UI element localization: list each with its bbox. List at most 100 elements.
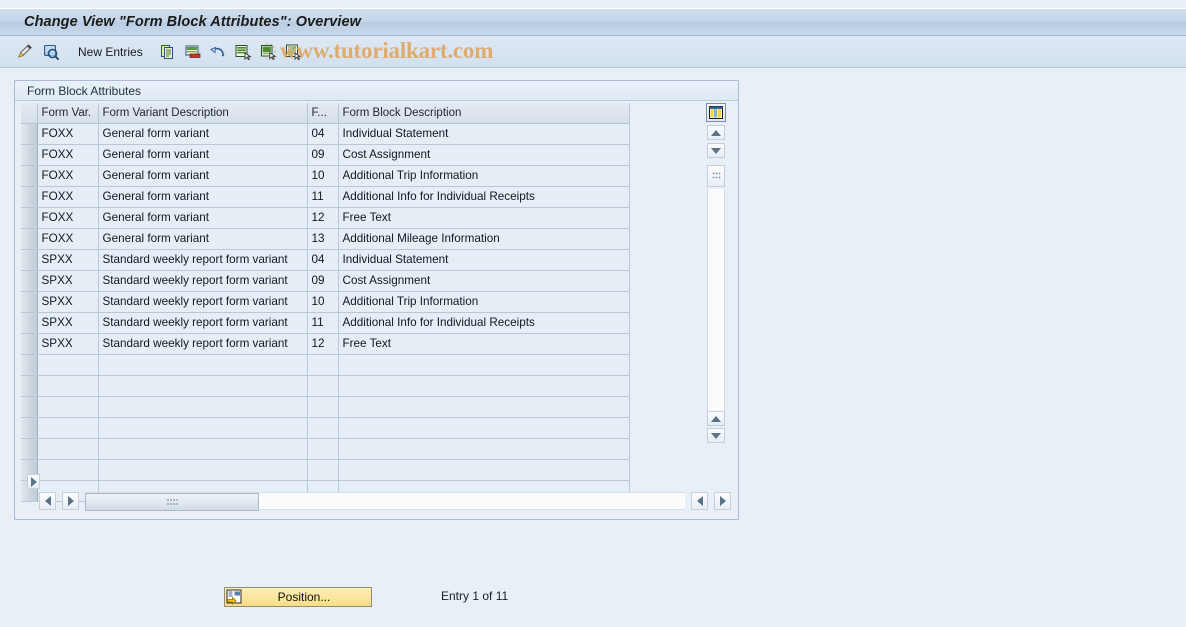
table-row[interactable]	[21, 375, 630, 397]
cell-form-variant-description[interactable]	[98, 459, 308, 481]
copy-icon[interactable]	[157, 41, 179, 63]
table-row[interactable]: SPXX Standard weekly report form variant 1…	[21, 312, 630, 334]
cell-f[interactable]: 09	[307, 144, 339, 166]
cell-f[interactable]: 11	[307, 186, 339, 208]
cell-form-block-description[interactable]: Additional Trip Information	[338, 291, 630, 313]
new-entries-button[interactable]: New Entries	[78, 45, 143, 59]
column-header-form-var[interactable]: Form Var.	[37, 103, 99, 124]
cell-form-variant-description[interactable]	[98, 438, 308, 460]
table-row[interactable]: SPXX Standard weekly report form variant 0…	[21, 249, 630, 271]
cell-form-var[interactable]: FOXX	[37, 165, 99, 187]
cell-form-var[interactable]: FOXX	[37, 144, 99, 166]
scroll-down-button[interactable]	[707, 143, 725, 158]
row-select-cell[interactable]	[21, 186, 38, 208]
table-row[interactable]	[21, 396, 630, 418]
cell-form-block-description[interactable]: Individual Statement	[338, 123, 630, 145]
cell-form-block-description[interactable]: Additional Mileage Information	[338, 228, 630, 250]
cell-form-block-description[interactable]: Cost Assignment	[338, 270, 630, 292]
row-select-cell[interactable]	[21, 438, 38, 460]
cell-f[interactable]: 10	[307, 291, 339, 313]
cell-form-block-description[interactable]: Additional Info for Individual Receipts	[338, 186, 630, 208]
hscroll-left-button-end[interactable]	[691, 492, 708, 510]
cell-f[interactable]	[307, 459, 339, 481]
cell-form-variant-description[interactable]: Standard weekly report form variant	[98, 249, 308, 271]
table-row[interactable]	[21, 417, 630, 439]
cell-f[interactable]: 09	[307, 270, 339, 292]
hscroll-thumb[interactable]	[85, 493, 259, 511]
row-select-cell[interactable]	[21, 354, 38, 376]
cell-form-variant-description[interactable]: Standard weekly report form variant	[98, 270, 308, 292]
table-row[interactable]: SPXX Standard weekly report form variant 1…	[21, 333, 630, 355]
table-row[interactable]	[21, 459, 630, 481]
cell-form-block-description[interactable]	[338, 438, 630, 460]
row-select-cell[interactable]	[21, 144, 38, 166]
cell-form-variant-description[interactable]	[98, 375, 308, 397]
row-select-cell[interactable]	[21, 123, 38, 145]
cell-form-variant-description[interactable]: General form variant	[98, 123, 308, 145]
cell-form-block-description[interactable]	[338, 459, 630, 481]
cell-form-variant-description[interactable]	[98, 396, 308, 418]
table-row[interactable]: FOXX General form variant 09 Cost Assignmen…	[21, 144, 630, 166]
scroll-page-up-button[interactable]	[707, 411, 725, 426]
row-select-cell[interactable]	[21, 165, 38, 187]
table-row[interactable]: FOXX General form variant 10 Additional Tri…	[21, 165, 630, 187]
cell-form-variant-description[interactable]: General form variant	[98, 207, 308, 229]
scroll-grip-handle[interactable]	[707, 165, 725, 187]
undo-icon[interactable]	[207, 41, 229, 63]
cell-form-variant-description[interactable]: General form variant	[98, 165, 308, 187]
cell-form-var[interactable]: SPXX	[37, 333, 99, 355]
display-detail-icon[interactable]	[40, 41, 62, 63]
cell-form-var[interactable]	[37, 375, 99, 397]
cell-form-block-description[interactable]	[338, 417, 630, 439]
row-select-cell[interactable]	[21, 291, 38, 313]
cell-form-var[interactable]	[37, 417, 99, 439]
cell-form-variant-description[interactable]: Standard weekly report form variant	[98, 291, 308, 313]
row-select-cell[interactable]	[21, 249, 38, 271]
table-row[interactable]	[21, 438, 630, 460]
cell-form-block-description[interactable]	[338, 375, 630, 397]
cell-form-variant-description[interactable]: General form variant	[98, 228, 308, 250]
hscroll-right-button[interactable]	[62, 492, 79, 510]
column-header-form-variant-description[interactable]: Form Variant Description	[98, 103, 308, 124]
scroll-page-down-button[interactable]	[707, 428, 725, 443]
cell-form-block-description[interactable]: Cost Assignment	[338, 144, 630, 166]
cell-f[interactable]	[307, 354, 339, 376]
cell-f[interactable]: 11	[307, 312, 339, 334]
cell-f[interactable]	[307, 396, 339, 418]
delete-icon[interactable]	[182, 41, 204, 63]
deselect-icon[interactable]	[282, 41, 304, 63]
cell-form-variant-description[interactable]: Standard weekly report form variant	[98, 333, 308, 355]
select-block-icon[interactable]	[257, 41, 279, 63]
select-all-column-header[interactable]	[21, 103, 38, 124]
cell-form-var[interactable]: SPXX	[37, 312, 99, 334]
row-select-cell[interactable]	[21, 270, 38, 292]
cell-f[interactable]: 10	[307, 165, 339, 187]
table-settings-icon[interactable]	[706, 103, 726, 122]
hscroll-track[interactable]	[85, 492, 685, 511]
column-header-form-block-description[interactable]: Form Block Description	[338, 103, 630, 124]
vertical-scrollbar-track[interactable]	[707, 189, 725, 413]
row-select-cell[interactable]	[21, 396, 38, 418]
table-row[interactable]: FOXX General form variant 04 Individual Sta…	[21, 123, 630, 145]
cell-form-block-description[interactable]: Free Text	[338, 333, 630, 355]
table-row[interactable]	[21, 354, 630, 376]
cell-form-block-description[interactable]: Individual Statement	[338, 249, 630, 271]
row-select-cell[interactable]	[21, 312, 38, 334]
display-change-icon[interactable]	[14, 41, 36, 63]
cell-form-var[interactable]: FOXX	[37, 207, 99, 229]
cell-form-var[interactable]: FOXX	[37, 123, 99, 145]
cell-form-variant-description[interactable]	[98, 354, 308, 376]
cell-form-var[interactable]: SPXX	[37, 291, 99, 313]
cell-f[interactable]: 13	[307, 228, 339, 250]
hscroll-right-button-end[interactable]	[714, 492, 731, 510]
table-row[interactable]: SPXX Standard weekly report form variant 1…	[21, 291, 630, 313]
cell-f[interactable]: 12	[307, 207, 339, 229]
cell-form-block-description[interactable]: Free Text	[338, 207, 630, 229]
cell-f[interactable]: 04	[307, 123, 339, 145]
column-header-f[interactable]: F...	[307, 103, 339, 124]
scroll-right-small-button[interactable]	[27, 474, 40, 489]
cell-form-block-description[interactable]: Additional Info for Individual Receipts	[338, 312, 630, 334]
cell-form-variant-description[interactable]: Standard weekly report form variant	[98, 312, 308, 334]
cell-form-block-description[interactable]: Additional Trip Information	[338, 165, 630, 187]
cell-form-block-description[interactable]	[338, 396, 630, 418]
